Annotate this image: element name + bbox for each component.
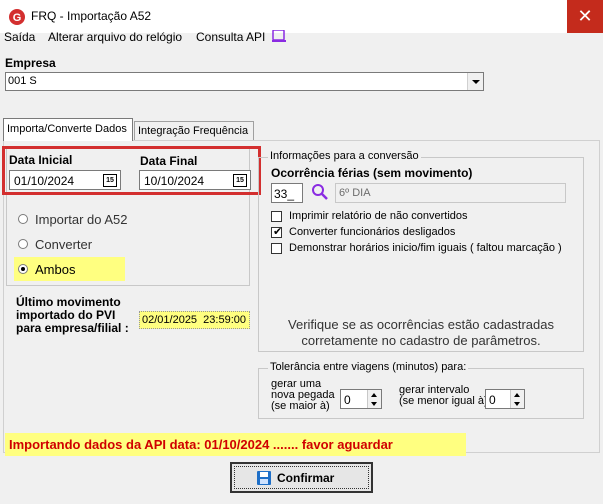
new-pickup-label: gerar uma nova pegada (se maior à) [271, 378, 335, 412]
company-select[interactable]: 001 S [5, 72, 484, 91]
last-movement-label: Último movimento importado do PVI para e… [16, 295, 129, 335]
interval-stepper[interactable]: 0 [485, 389, 525, 409]
status-message: Importando dados da API data: 01/10/2024… [5, 433, 466, 456]
radio-import-a52-indicator[interactable] [18, 214, 28, 224]
confirm-button[interactable]: Confirmar [230, 462, 373, 493]
vacation-code-input[interactable]: 33_ [271, 183, 303, 203]
radio-import-a52[interactable]: Importar do A52 [14, 210, 214, 228]
checkmark-icon: ✔ [273, 226, 283, 238]
end-date-value: 10/10/2024 [144, 174, 205, 188]
tab-import-convert-label: Importa/Converte Dados [7, 123, 127, 135]
radio-convert[interactable]: Converter [14, 235, 214, 253]
start-date-label: Data Inicial [9, 153, 73, 167]
check-print-report-box[interactable] [271, 211, 282, 222]
check-show-equal-times-label: Demonstrar horários inicio/fim iguais ( … [289, 242, 562, 254]
chevron-down-icon [472, 80, 480, 84]
vacation-occurrence-label: Ocorrência férias (sem movimento) [271, 166, 473, 180]
menu-change-clock-file[interactable]: Alterar arquivo do relógio [48, 30, 182, 44]
radio-convert-label: Converter [35, 237, 93, 252]
vacation-description-field: 6º DIA [335, 183, 566, 203]
arrow-up-icon [514, 393, 520, 397]
arrow-up-icon [371, 393, 377, 397]
check-print-report-label: Imprimir relatório de não convertidos [289, 210, 468, 222]
vacation-code-value: 33_ [274, 187, 295, 201]
check-convert-dismissed-box[interactable]: ✔ [271, 226, 283, 238]
spin-up-button[interactable] [367, 390, 381, 399]
save-icon [257, 471, 271, 485]
new-pickup-value: 0 [344, 393, 351, 407]
calendar-icon[interactable]: 15 [233, 174, 247, 187]
radio-both-indicator[interactable] [18, 264, 28, 274]
calendar-icon[interactable]: 15 [103, 174, 117, 187]
tab-import-convert[interactable]: Importa/Converte Dados [3, 118, 133, 141]
menu-bar: Saída Alterar arquivo do relógio Consult… [0, 29, 603, 47]
interval-label: gerar intervalo (se menor igual à) [399, 384, 488, 407]
end-date-field[interactable]: 10/10/2024 15 [139, 170, 251, 190]
tab-integration-frequency-label: Integração Frequência [138, 125, 249, 137]
company-label: Empresa [5, 56, 56, 70]
company-dropdown-button[interactable] [467, 73, 483, 90]
conversion-info-title: Informações para a conversão [268, 150, 421, 162]
close-icon: ✕ [577, 6, 593, 26]
spin-down-button[interactable] [510, 399, 524, 408]
menu-api-query[interactable]: Consulta API [196, 30, 265, 44]
menu-exit[interactable]: Saída [4, 30, 35, 44]
interval-value: 0 [489, 393, 496, 407]
company-select-value: 001 S [8, 75, 37, 87]
radio-both-label: Ambos [35, 262, 76, 277]
end-date-label: Data Final [140, 154, 198, 168]
check-convert-dismissed-label: Converter funcionários desligados [289, 226, 456, 238]
window-title: FRQ - Importação A52 [31, 9, 152, 23]
check-show-equal-times-box[interactable] [271, 243, 282, 254]
search-icon[interactable] [311, 183, 329, 201]
check-print-report[interactable]: Imprimir relatório de não convertidos [271, 210, 581, 224]
conversion-notice: Verifique se as ocorrências estão cadast… [288, 317, 554, 348]
arrow-down-icon [371, 402, 377, 406]
tolerance-title: Tolerância entre viagens (minutos) para: [268, 361, 469, 373]
svg-text:G: G [13, 12, 22, 24]
confirm-button-label: Confirmar [277, 471, 335, 485]
last-movement-value: 02/01/2025 23:59:00 [139, 311, 250, 329]
tab-integration-frequency[interactable]: Integração Frequência [134, 121, 254, 141]
spin-down-button[interactable] [367, 399, 381, 408]
radio-convert-indicator[interactable] [18, 239, 28, 249]
radio-import-a52-label: Importar do A52 [35, 212, 128, 227]
app-logo-icon: G [8, 8, 26, 26]
check-convert-dismissed[interactable]: ✔ Converter funcionários desligados [271, 226, 581, 240]
spin-up-button[interactable] [510, 390, 524, 399]
check-show-equal-times[interactable]: Demonstrar horários inicio/fim iguais ( … [271, 242, 581, 256]
radio-both[interactable]: Ambos [14, 257, 125, 281]
arrow-down-icon [514, 402, 520, 406]
api-query-icon[interactable] [272, 29, 286, 43]
start-date-field[interactable]: 01/10/2024 15 [9, 170, 121, 190]
new-pickup-stepper[interactable]: 0 [340, 389, 382, 409]
start-date-value: 01/10/2024 [14, 174, 75, 188]
